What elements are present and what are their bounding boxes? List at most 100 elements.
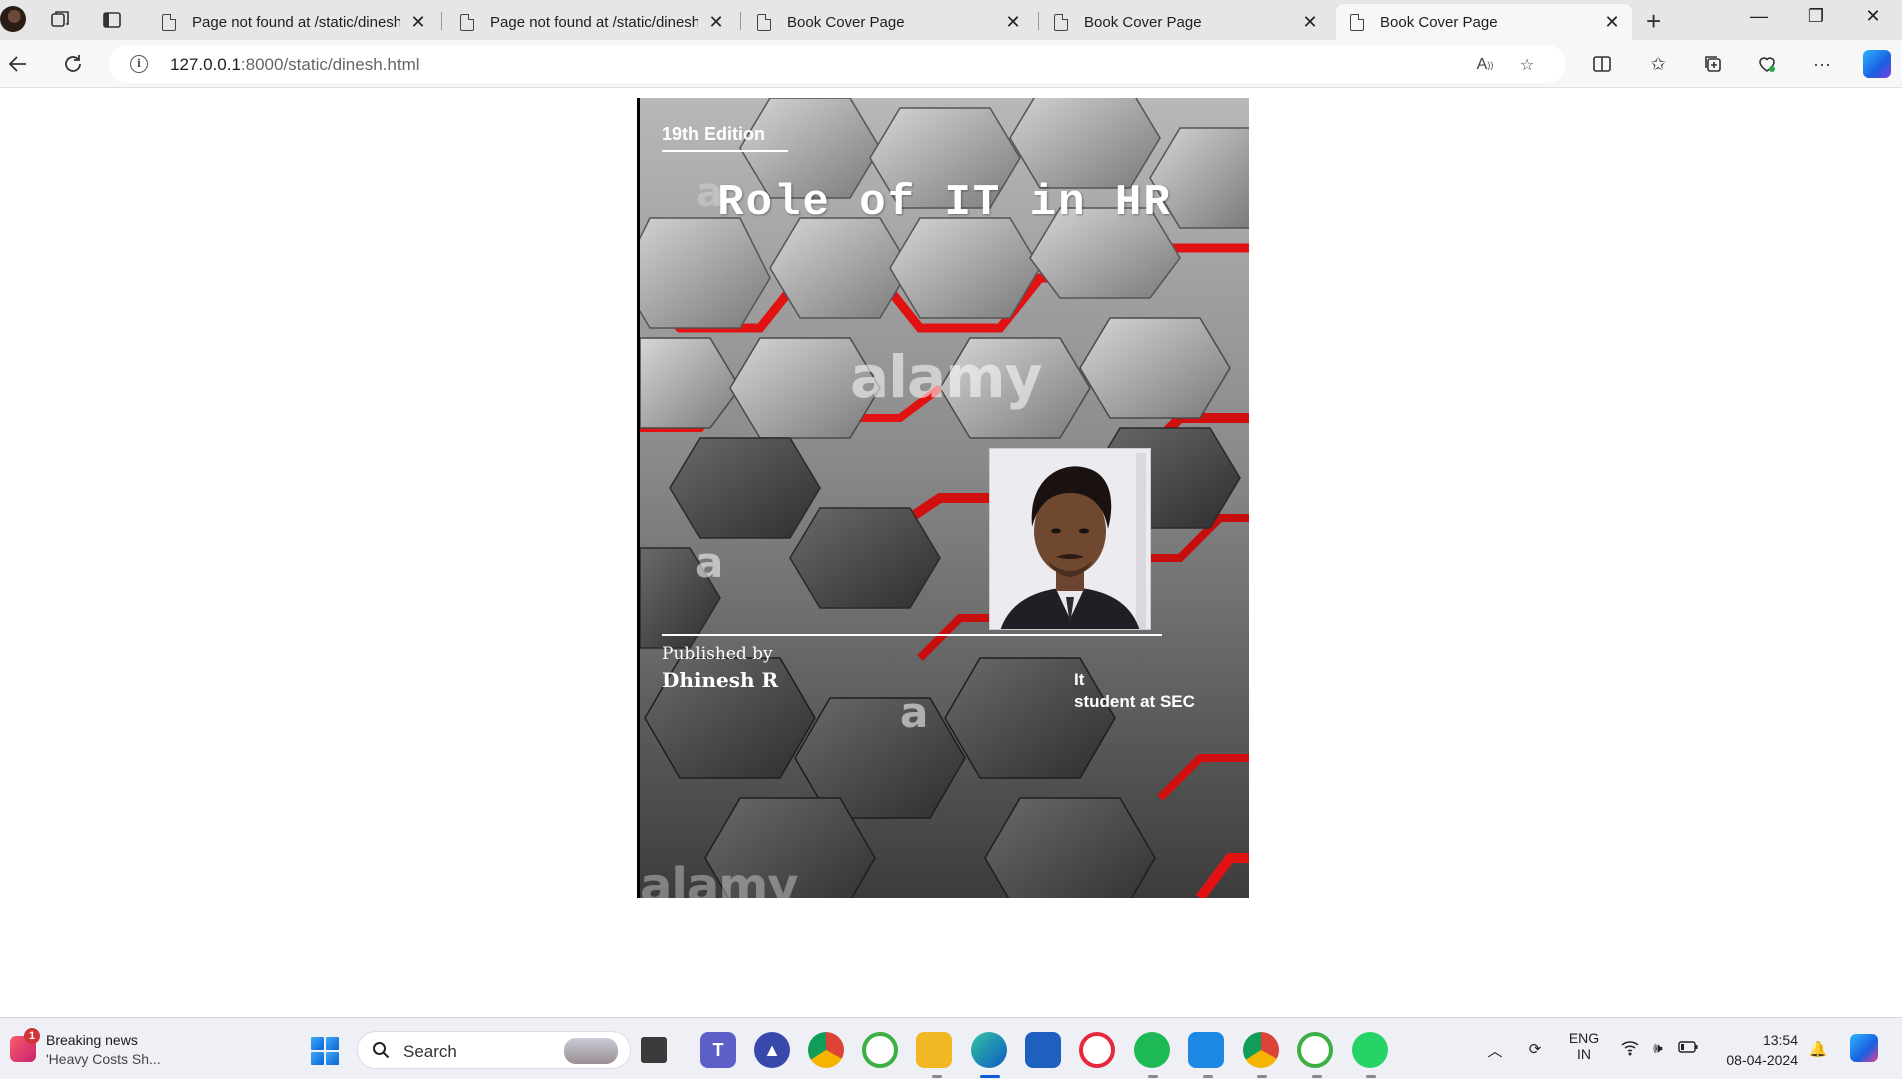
- tab-title: Book Cover Page: [1084, 13, 1202, 31]
- url-host: 127.0.0.1: [170, 55, 241, 74]
- author-role-line1: It: [1074, 670, 1085, 689]
- wifi-icon[interactable]: [1620, 1040, 1640, 1060]
- close-window-button[interactable]: ✕: [1848, 6, 1898, 27]
- tab-title: Book Cover Page: [1380, 13, 1498, 31]
- running-indicator: [1366, 1075, 1376, 1078]
- workspaces-icon[interactable]: [48, 8, 72, 32]
- running-indicator: [932, 1075, 942, 1078]
- author-name: Dhinesh R: [662, 668, 779, 692]
- edition-label: 19th Edition: [662, 124, 788, 152]
- taskbar: 1 Breaking news 'Heavy Costs Sh... Searc…: [0, 1017, 1902, 1079]
- clock-date: 08-04-2024: [1726, 1052, 1798, 1068]
- read-aloud-icon[interactable]: A)): [1474, 54, 1496, 76]
- book-cover: alamy a a a alamy 19th Edition Role of I…: [637, 98, 1249, 898]
- running-indicator: [1312, 1075, 1322, 1078]
- sync-icon[interactable]: ⟳: [1525, 1040, 1545, 1060]
- notification-badge: 1: [24, 1028, 40, 1044]
- close-icon[interactable]: ✕: [1604, 12, 1620, 33]
- battery-icon[interactable]: [1678, 1040, 1698, 1060]
- page-icon: [162, 13, 176, 31]
- opera-icon[interactable]: [1079, 1032, 1115, 1068]
- page-icon: [757, 13, 771, 31]
- site-info-icon[interactable]: i: [130, 55, 148, 73]
- file-explorer-icon[interactable]: [916, 1032, 952, 1068]
- author-photo: [989, 448, 1151, 630]
- tab-strip: Page not found at /static/dinesh. ✕ Page…: [0, 0, 1902, 40]
- chrome-icon[interactable]: [808, 1032, 844, 1068]
- start-button[interactable]: [311, 1037, 339, 1065]
- page-viewport: alamy a a a alamy 19th Edition Role of I…: [0, 88, 1902, 1017]
- green-circle-icon[interactable]: [862, 1032, 898, 1068]
- author-role: It student at SEC: [1074, 669, 1195, 713]
- favorites-icon[interactable]: ✩: [1646, 52, 1670, 76]
- system-clock[interactable]: 13:54 08-04-2024: [1718, 1030, 1798, 1070]
- book-title: Role of IT in HR: [717, 178, 1172, 228]
- favorite-star-icon[interactable]: ☆: [1516, 54, 1538, 76]
- watermark: a: [695, 538, 723, 587]
- tab-5-active[interactable]: Book Cover Page ✕: [1336, 4, 1632, 40]
- green-circle-icon-2[interactable]: [1297, 1032, 1333, 1068]
- edge-icon[interactable]: [971, 1032, 1007, 1068]
- whatsapp-icon[interactable]: [1352, 1032, 1388, 1068]
- back-button[interactable]: [4, 50, 32, 78]
- task-view-icon[interactable]: [641, 1037, 667, 1063]
- profile-avatar[interactable]: [0, 6, 26, 32]
- refresh-button[interactable]: [59, 50, 87, 78]
- collections-icon[interactable]: [1701, 52, 1725, 76]
- tab-separator: [740, 12, 741, 30]
- clock-time: 13:54: [1762, 1032, 1798, 1048]
- news-subtitle: 'Heavy Costs Sh...: [46, 1051, 161, 1067]
- publisher-divider: [662, 634, 1162, 636]
- teams-icon[interactable]: T: [700, 1032, 736, 1068]
- spotify-icon[interactable]: [1134, 1032, 1170, 1068]
- close-icon[interactable]: ✕: [708, 12, 724, 33]
- restore-button[interactable]: ❐: [1791, 6, 1841, 27]
- tab-title: Page not found at /static/dinesh.: [192, 13, 400, 31]
- new-tab-button[interactable]: +: [1646, 6, 1661, 37]
- watermark: alamy: [850, 343, 1042, 411]
- news-widget[interactable]: 1 Breaking news 'Heavy Costs Sh...: [6, 1028, 176, 1070]
- watermark: a: [900, 688, 928, 737]
- chrome-profile-icon[interactable]: [1243, 1032, 1279, 1068]
- page-icon: [460, 13, 474, 31]
- tab-separator: [1038, 12, 1039, 30]
- author-portrait-image: [990, 449, 1150, 629]
- running-indicator: [1148, 1075, 1158, 1078]
- search-placeholder: Search: [403, 1042, 457, 1061]
- close-icon[interactable]: ✕: [1005, 12, 1021, 33]
- language-code: ENG: [1568, 1030, 1600, 1046]
- tab-separator: [441, 12, 442, 30]
- copilot-taskbar-icon[interactable]: [1850, 1034, 1878, 1062]
- url-path: :8000/static/dinesh.html: [240, 55, 420, 74]
- show-hidden-icons-chevron-icon[interactable]: ︿: [1485, 1040, 1505, 1060]
- volume-icon[interactable]: 🕪: [1648, 1040, 1668, 1060]
- close-icon[interactable]: ✕: [1302, 12, 1318, 33]
- tab-3[interactable]: Book Cover Page ✕: [743, 4, 1033, 40]
- browser-toolbar: i 127.0.0.1:8000/static/dinesh.html A)) …: [0, 40, 1902, 88]
- store-icon[interactable]: [1025, 1032, 1061, 1068]
- news-title: Breaking news: [46, 1032, 138, 1048]
- page-icon: [1350, 13, 1364, 31]
- url-text[interactable]: 127.0.0.1:8000/static/dinesh.html: [170, 55, 420, 75]
- published-by-label: Published by: [662, 644, 773, 664]
- browser-essentials-icon[interactable]: [1755, 52, 1779, 76]
- copilot-icon[interactable]: [1863, 50, 1891, 78]
- notification-bell-icon[interactable]: 🔔: [1808, 1040, 1828, 1060]
- vertical-tabs-icon[interactable]: [100, 8, 124, 32]
- tab-1[interactable]: Page not found at /static/dinesh. ✕: [148, 4, 438, 40]
- page-icon: [1054, 13, 1068, 31]
- address-bar[interactable]: i 127.0.0.1:8000/static/dinesh.html A)) …: [108, 45, 1566, 83]
- split-screen-icon[interactable]: [1590, 52, 1614, 76]
- taskbar-search[interactable]: Search: [357, 1031, 631, 1069]
- arc-icon[interactable]: ▲: [754, 1032, 790, 1068]
- active-app-indicator: [980, 1075, 1000, 1078]
- region-code: IN: [1577, 1046, 1591, 1062]
- more-options-icon[interactable]: ···: [1810, 52, 1834, 76]
- tab-4[interactable]: Book Cover Page ✕: [1040, 4, 1330, 40]
- vscode-icon[interactable]: [1188, 1032, 1224, 1068]
- tab-2[interactable]: Page not found at /static/dinesh. ✕: [446, 4, 736, 40]
- close-icon[interactable]: ✕: [410, 12, 426, 33]
- tab-title: Page not found at /static/dinesh.: [490, 13, 698, 31]
- language-indicator[interactable]: ENG IN: [1566, 1030, 1602, 1062]
- minimize-button[interactable]: ―: [1734, 6, 1784, 27]
